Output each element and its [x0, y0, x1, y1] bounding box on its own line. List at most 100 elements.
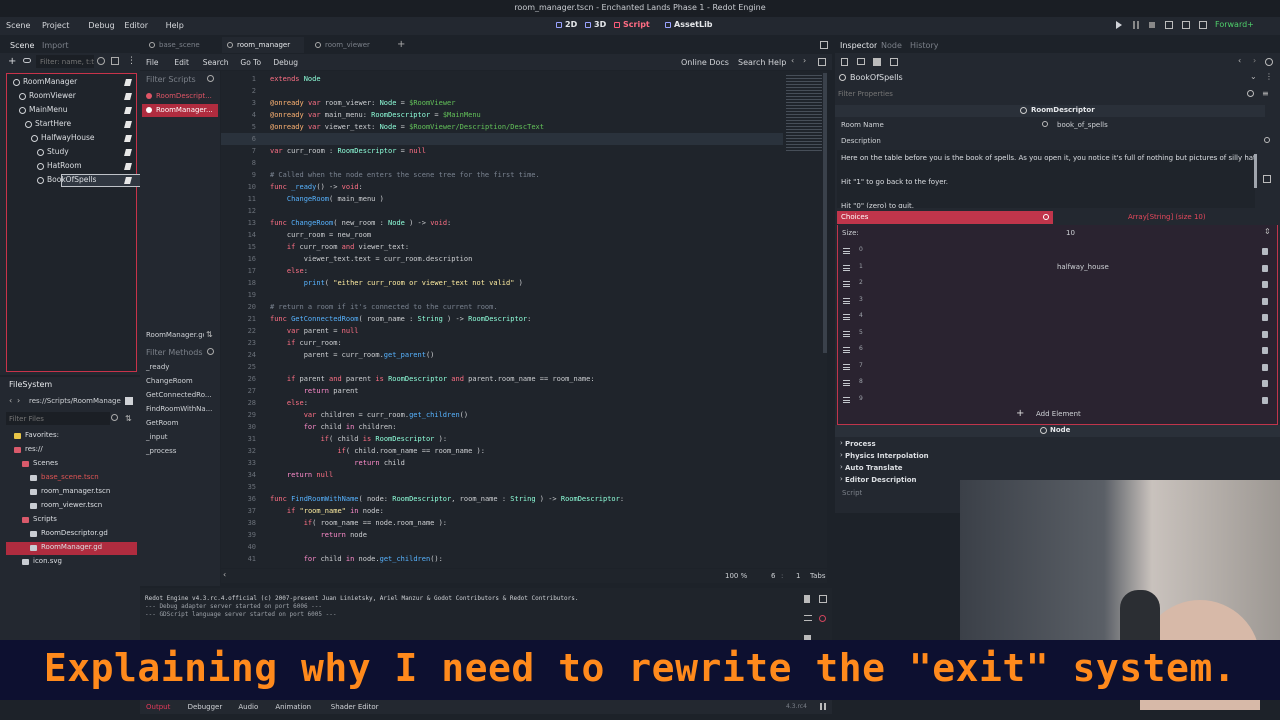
drag-handle-icon[interactable] — [843, 330, 850, 337]
distraction-free-icon[interactable] — [820, 41, 828, 49]
revert-icon[interactable] — [1042, 121, 1048, 127]
play-icon[interactable] — [1116, 21, 1122, 29]
object-dropdown-icon[interactable]: ⌄ — [1250, 72, 1257, 81]
delete-element-icon[interactable] — [1262, 380, 1268, 387]
property-group[interactable]: › Physics Interpolation — [835, 450, 1280, 462]
choice-row[interactable]: 5 — [838, 327, 1279, 342]
delete-element-icon[interactable] — [1262, 363, 1268, 371]
menu-help[interactable]: Help — [166, 21, 184, 30]
toggle-files-icon[interactable] — [818, 58, 826, 66]
save-resource-icon[interactable] — [873, 58, 881, 66]
add-element-icon[interactable]: + — [1016, 409, 1024, 419]
tab-inspector[interactable]: Inspector — [840, 41, 877, 50]
filter-log-icon[interactable] — [804, 615, 812, 621]
history-icon[interactable] — [1265, 58, 1273, 66]
section-header-roomdescriptor[interactable]: RoomDescriptor — [835, 105, 1265, 117]
drag-handle-icon[interactable] — [843, 297, 850, 304]
drag-handle-icon[interactable] — [843, 281, 850, 287]
stop-icon[interactable] — [1149, 22, 1155, 28]
delete-element-icon[interactable] — [1262, 248, 1268, 255]
new-resource-icon[interactable] — [841, 58, 848, 66]
choice-row[interactable]: 9 — [838, 393, 1279, 408]
zoom-level[interactable]: 100 % — [725, 572, 747, 580]
code-scrollbar[interactable] — [823, 73, 827, 353]
choice-value[interactable] — [1057, 246, 1247, 257]
object-menu-icon[interactable]: ⋮ — [1265, 72, 1273, 81]
delete-element-icon[interactable] — [1262, 330, 1268, 338]
script-menu-go-to[interactable]: Go To — [240, 58, 261, 67]
description-textarea[interactable]: Here on the table before you is the book… — [837, 150, 1255, 208]
drag-handle-icon[interactable] — [843, 248, 850, 254]
attach-script-icon[interactable] — [111, 57, 119, 65]
choices-array-type[interactable]: Array[String] (size 10) — [1128, 213, 1206, 221]
bottom-tab-animation[interactable]: Animation — [275, 703, 311, 711]
add-node-icon[interactable]: + — [8, 56, 16, 67]
script-menu-debug[interactable]: Debug — [273, 58, 298, 67]
inspected-object-name[interactable]: BookOfSpells — [850, 73, 903, 82]
scene-menu-icon[interactable]: ⋮ — [127, 56, 136, 66]
drag-handle-icon[interactable] — [843, 314, 850, 320]
search-help-link[interactable]: Search Help — [738, 58, 786, 67]
choice-row[interactable]: 1 halfway_house — [838, 261, 1279, 276]
online-docs-link[interactable]: Online Docs — [681, 58, 729, 67]
tab-history[interactable]: History — [910, 41, 938, 50]
delete-element-icon[interactable] — [1262, 347, 1268, 354]
description-revert-icon[interactable] — [1264, 137, 1270, 143]
description-scrollbar[interactable] — [1254, 154, 1257, 188]
bottom-tab-output[interactable]: Output — [146, 703, 170, 711]
indent-mode[interactable]: Tabs — [810, 572, 826, 580]
inspector-back-icon[interactable]: ‹ — [1238, 56, 1241, 65]
workspace-script[interactable]: Script — [623, 20, 650, 29]
choice-value[interactable] — [1057, 362, 1247, 373]
delete-element-icon[interactable] — [1262, 314, 1268, 321]
choice-value[interactable] — [1057, 279, 1247, 290]
choice-value[interactable] — [1057, 312, 1247, 323]
script-menu-file[interactable]: File — [146, 58, 159, 67]
choice-row[interactable]: 4 — [838, 310, 1279, 325]
menu-project[interactable]: Project — [42, 21, 69, 30]
pin-bottom-panel-icon[interactable] — [820, 703, 826, 710]
script-menu-search[interactable]: Search — [203, 58, 229, 67]
inspector-forward-icon[interactable]: › — [1253, 56, 1256, 65]
drag-handle-icon[interactable] — [843, 347, 850, 353]
workspace-assetlib[interactable]: AssetLib — [674, 20, 713, 29]
inspector-options-icon[interactable]: ≡ — [1262, 89, 1269, 98]
choice-value[interactable]: halfway_house — [1057, 263, 1247, 274]
next-script-icon[interactable]: › — [803, 56, 806, 65]
add-element-button[interactable]: Add Element — [1036, 410, 1081, 418]
delete-element-icon[interactable] — [1262, 297, 1268, 305]
drag-handle-icon[interactable] — [843, 264, 850, 271]
delete-element-icon[interactable] — [1262, 281, 1268, 288]
property-group[interactable]: › Process — [835, 438, 1280, 450]
size-value[interactable]: 10 — [1066, 229, 1075, 237]
choice-row[interactable]: 6 — [838, 343, 1279, 358]
choice-value[interactable] — [1057, 329, 1247, 340]
open-resource-icon[interactable] — [857, 58, 865, 65]
minimap[interactable] — [786, 73, 822, 153]
filter-properties-input[interactable] — [838, 87, 1243, 100]
drag-handle-icon[interactable] — [843, 396, 850, 403]
play-custom-scene-icon[interactable] — [1199, 21, 1207, 29]
tab-import[interactable]: Import — [42, 41, 69, 50]
bottom-tab-audio[interactable]: Audio — [238, 703, 258, 711]
filter-options-icon[interactable] — [97, 57, 105, 65]
section-header-node[interactable]: Node — [835, 425, 1280, 437]
remote-debug-icon[interactable] — [1165, 21, 1173, 29]
drag-handle-icon[interactable] — [843, 380, 850, 386]
editor-tab-room-manager[interactable]: room_manager — [222, 37, 304, 53]
tab-scene[interactable]: Scene — [10, 41, 34, 50]
script-menu-edit[interactable]: Edit — [174, 58, 189, 67]
property-group[interactable]: › Auto Translate — [835, 462, 1280, 474]
workspace-2d[interactable]: 2D — [565, 20, 577, 29]
choice-value[interactable] — [1057, 378, 1247, 389]
copy-output-icon[interactable] — [819, 595, 827, 603]
choice-row[interactable]: 2 — [838, 277, 1279, 292]
bottom-tab-debugger[interactable]: Debugger — [188, 703, 223, 711]
menu-debug[interactable]: Debug — [88, 21, 114, 30]
choice-row[interactable]: 8 — [838, 376, 1279, 391]
editor-tab-room-viewer[interactable]: room_viewer — [310, 37, 387, 53]
clear-output-icon[interactable] — [804, 595, 810, 603]
choice-row[interactable]: 3 — [838, 294, 1279, 309]
renderer-selector[interactable]: Forward+ — [1215, 20, 1254, 29]
choice-row[interactable]: 7 — [838, 360, 1279, 375]
